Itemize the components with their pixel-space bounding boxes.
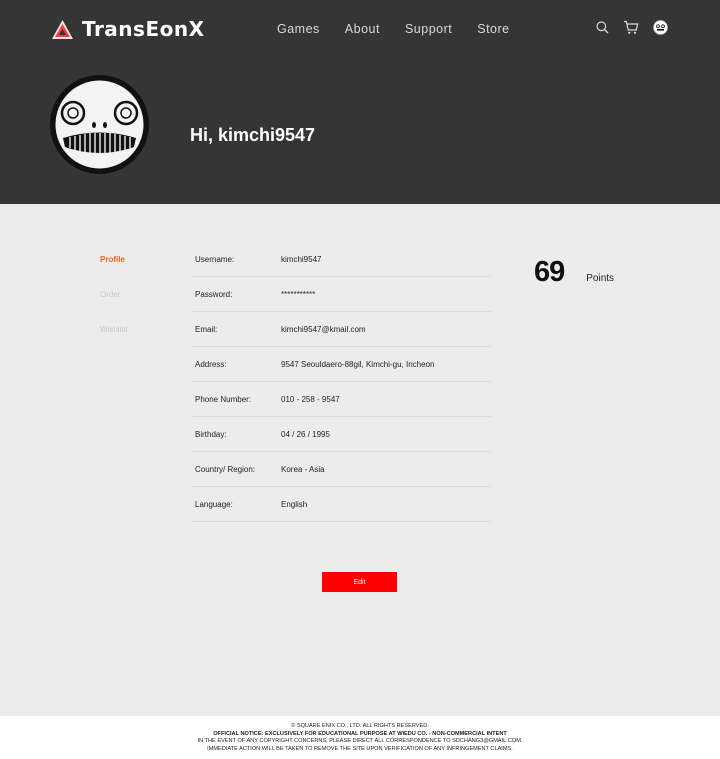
profile-hero: TransEonX Games About Support Store Hi, … [0, 0, 720, 204]
info-label: Birthday: [195, 429, 227, 439]
info-row-phone: Phone Number: 010 - 258 - 9547 [191, 382, 491, 417]
header-actions [596, 20, 682, 35]
info-label: Password: [195, 289, 233, 299]
profile-info-table: Username: kimchi9547 Password: *********… [191, 242, 491, 522]
info-value: 9547 Seouldaero-88gil, Kimchi-gu, Incheo… [281, 359, 435, 369]
nav-support[interactable]: Support [405, 22, 452, 36]
greeting: Hi, kimchi9547 [190, 125, 316, 145]
info-label: Address: [195, 359, 227, 369]
info-row-language: Language: English [191, 487, 491, 522]
emil-avatar-icon [55, 80, 144, 169]
info-value: *********** [281, 289, 316, 299]
main-nav: Games About Support Store [277, 22, 535, 36]
brand-name: TransEonX [82, 17, 205, 41]
info-label: Username: [195, 254, 235, 264]
brand-logo-icon [52, 19, 73, 39]
nav-games[interactable]: Games [277, 22, 320, 36]
footer-contact: IN THE EVENT OF ANY COPYRIGHT CONCERNS, … [197, 738, 523, 744]
info-value: 010 - 258 - 9547 [281, 394, 340, 404]
nav-about[interactable]: About [345, 22, 380, 36]
footer-copyright: © SQUARE ENIX CO., LTD. ALL RIGHTS RESER… [291, 723, 429, 729]
points-summary: 69 Points [534, 256, 614, 289]
info-value: Korea - Asia [281, 464, 325, 474]
info-value: English [281, 499, 308, 509]
info-row-password: Password: *********** [191, 277, 491, 312]
site-footer: © SQUARE ENIX CO., LTD. ALL RIGHTS RESER… [0, 716, 720, 759]
info-row-birthday: Birthday: 04 / 26 / 1995 [191, 417, 491, 452]
info-row-email: Email: kimchi9547@kmail.com [191, 312, 491, 347]
info-value: 04 / 26 / 1995 [281, 429, 330, 439]
info-row-address: Address: 9547 Seouldaero-88gil, Kimchi-g… [191, 347, 491, 382]
info-value: kimchi9547@kmail.com [281, 324, 366, 334]
edit-button[interactable]: Edit [322, 572, 397, 592]
brand[interactable]: TransEonX [51, 17, 205, 41]
footer-takedown: IMMEDIATE ACTION WILL BE TAKEN TO REMOVE… [207, 745, 513, 752]
nav-store[interactable]: Store [477, 22, 509, 36]
info-value: kimchi9547 [281, 254, 322, 264]
info-label: Email: [195, 324, 218, 334]
account-sidebar: Profile Order Wishlist [100, 255, 128, 360]
search-icon[interactable] [596, 21, 609, 34]
info-label: Country/ Region: [195, 464, 256, 474]
info-label: Phone Number: [195, 394, 252, 404]
sidebar-item-order[interactable]: Order [100, 290, 128, 325]
avatar [50, 75, 149, 174]
info-row-country: Country/ Region: Korea - Asia [191, 452, 491, 487]
points-label: Points [586, 273, 615, 284]
info-row-username: Username: kimchi9547 [191, 242, 491, 277]
cart-icon[interactable] [623, 20, 639, 35]
points-value: 69 [534, 256, 565, 288]
info-label: Language: [195, 499, 233, 509]
sidebar-item-wishlist[interactable]: Wishlist [100, 325, 128, 360]
sidebar-item-profile[interactable]: Profile [100, 255, 128, 290]
user-avatar-icon[interactable] [653, 20, 668, 35]
footer-notice: OFFICIAL NOTICE: EXCLUSIVELY FOR EDUCATI… [213, 730, 507, 737]
